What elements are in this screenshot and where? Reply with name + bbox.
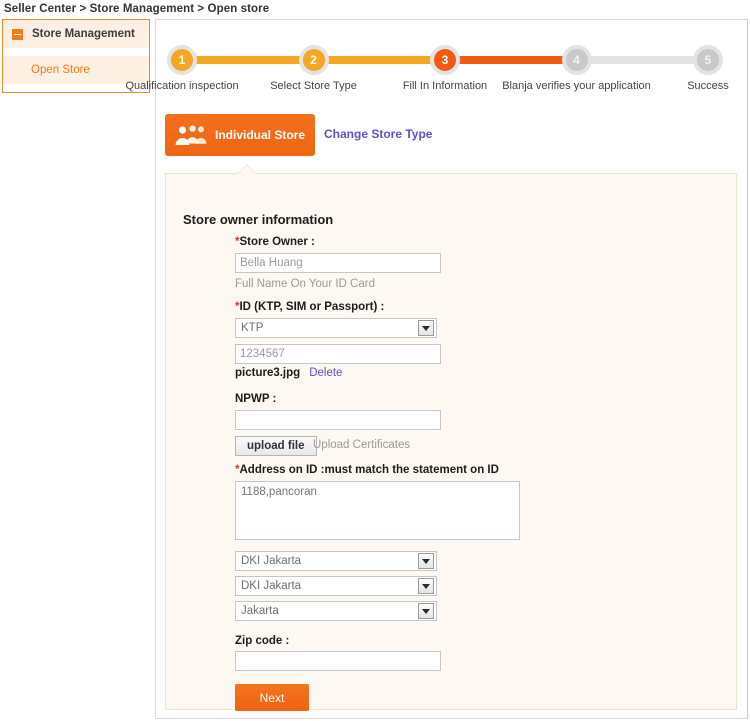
address-label: *Address on ID :must match the statement… xyxy=(235,464,499,476)
panel-notch xyxy=(238,165,256,174)
stepper-step-1-label: Qualification inspection xyxy=(125,80,239,92)
stepper-step-5-label: Success xyxy=(687,80,729,92)
stepper-step-2-label: Select Store Type xyxy=(270,80,357,92)
address-label-text: Address on ID :must match the statement … xyxy=(239,464,499,476)
minus-icon[interactable] xyxy=(12,28,23,40)
sidebar-item-label: Open Store xyxy=(31,64,90,76)
sidebar-divider xyxy=(3,48,149,56)
store-owner-form-panel: Store owner information *Store Owner : F… xyxy=(165,164,737,711)
store-owner-input[interactable] xyxy=(235,253,441,273)
stepper-step-5[interactable]: 5 xyxy=(693,45,723,75)
id-type-label: *ID (KTP, SIM or Passport) : xyxy=(235,301,384,313)
store-owner-label-text: Store Owner : xyxy=(239,236,315,248)
stepper-step-3[interactable]: 3 xyxy=(430,45,460,75)
stepper-step-5-number: 5 xyxy=(697,49,719,71)
zip-code-label: Zip code : xyxy=(235,635,289,647)
id-type-selected-value: KTP xyxy=(241,322,264,334)
page-root: Seller Center > Store Management > Open … xyxy=(0,0,750,721)
breadcrumb-text: Seller Center > Store Management > Open … xyxy=(4,3,270,15)
stepper-step-2-number: 2 xyxy=(302,49,325,71)
id-number-input[interactable] xyxy=(235,344,441,364)
npwp-label: NPWP : xyxy=(235,393,276,405)
progress-stepper: 1 Qualification inspection 2 Select Stor… xyxy=(125,38,747,108)
npwp-input[interactable] xyxy=(235,410,441,430)
next-button[interactable]: Next xyxy=(235,684,309,711)
store-owner-label: *Store Owner : xyxy=(235,236,315,248)
stepper-step-4[interactable]: 4 xyxy=(561,45,592,75)
chevron-down-icon[interactable] xyxy=(418,578,434,594)
store-type-tab-individual[interactable]: Individual Store xyxy=(165,114,315,156)
stepper-step-2[interactable]: 2 xyxy=(298,45,329,75)
stepper-step-3-number: 3 xyxy=(434,49,456,71)
stepper-step-1[interactable]: 1 xyxy=(167,45,197,75)
chevron-down-icon[interactable] xyxy=(418,320,434,336)
zip-code-input[interactable] xyxy=(235,651,441,671)
chevron-down-icon[interactable] xyxy=(418,603,434,619)
id-type-label-text: ID (KTP, SIM or Passport) : xyxy=(239,301,385,313)
stepper-track-active xyxy=(445,56,577,64)
chevron-down-icon[interactable] xyxy=(418,553,434,569)
people-group-icon xyxy=(174,123,208,147)
province-select[interactable]: DKI Jakarta xyxy=(235,551,437,571)
breadcrumb: Seller Center > Store Management > Open … xyxy=(4,3,269,15)
store-owner-hint: Full Name On Your ID Card xyxy=(235,278,375,290)
change-store-type-link[interactable]: Change Store Type xyxy=(324,127,432,141)
stepper-step-3-label: Fill In Information xyxy=(402,80,488,92)
panel-title: Store owner information xyxy=(183,212,334,227)
province-selected-value: DKI Jakarta xyxy=(241,555,302,567)
upload-hint: Upload Certificates xyxy=(313,439,411,451)
sidebar-section-store-management[interactable]: Store Management xyxy=(3,20,149,48)
content-card: 1 Qualification inspection 2 Select Stor… xyxy=(125,19,748,719)
delete-id-file-link[interactable]: Delete xyxy=(309,367,342,379)
stepper-step-4-number: 4 xyxy=(565,49,588,71)
district-selected-value: Jakarta xyxy=(241,605,279,617)
upload-file-button[interactable]: upload file xyxy=(235,436,317,456)
district-select[interactable]: Jakarta xyxy=(235,601,437,621)
stepper-step-1-number: 1 xyxy=(171,49,193,71)
store-type-tab-label: Individual Store xyxy=(215,128,306,142)
id-file-row: picture3.jpg Delete xyxy=(235,367,342,379)
city-select[interactable]: DKI Jakarta xyxy=(235,576,437,596)
address-textarea[interactable] xyxy=(235,481,520,540)
npwp-label-text: NPWP : xyxy=(235,393,277,405)
id-type-select[interactable]: KTP xyxy=(235,318,437,338)
zip-code-label-text: Zip code : xyxy=(235,635,290,647)
city-selected-value: DKI Jakarta xyxy=(241,580,302,592)
id-file-name: picture3.jpg xyxy=(235,367,301,379)
sidebar-section-label: Store Management xyxy=(32,28,135,40)
stepper-step-4-label: Blanja verifies your application xyxy=(502,80,651,92)
